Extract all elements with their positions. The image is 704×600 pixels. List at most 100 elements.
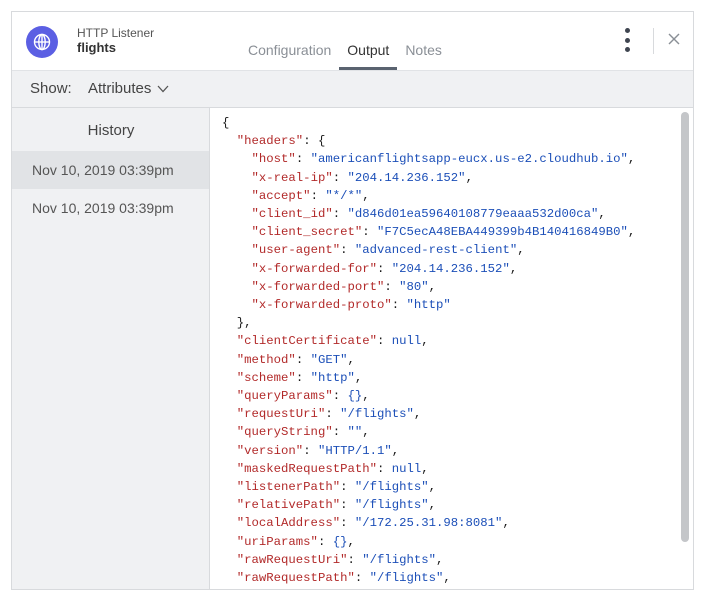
code-line: { — [222, 116, 230, 130]
component-name: flights — [77, 40, 116, 55]
code-line: "headers": { — [236, 134, 326, 149]
json-key: "x-forwarded-port" — [251, 279, 385, 294]
json-key: "user-agent" — [251, 243, 341, 258]
json-value: "http" — [406, 298, 451, 313]
code-line: "rawRequestPath": "/flights", — [236, 571, 451, 586]
http-listener-panel: HTTP Listener flights Configuration Outp… — [11, 11, 694, 590]
show-label: Show: — [30, 80, 72, 97]
code-line: "relativePath": "/flights", — [236, 498, 437, 513]
json-key: "requestUri" — [236, 407, 326, 422]
code-line: "scheme": "http", — [236, 370, 363, 385]
json-key: "queryString" — [236, 425, 333, 440]
show-bar: Show: Attributes — [12, 70, 693, 108]
json-key: "x-forwarded-for" — [251, 261, 377, 276]
json-value: "/13.59.208.11:39148" — [362, 589, 517, 590]
code-line: "x-forwarded-for": "204.14.236.152", — [251, 261, 518, 276]
more-options-icon[interactable] — [625, 28, 631, 52]
chevron-down-icon — [157, 85, 169, 92]
json-key: "method" — [236, 352, 296, 367]
panel-header: HTTP Listener flights Configuration Outp… — [12, 12, 693, 71]
code-line: "remoteAddress": "/13.59.208.11:39148", — [222, 587, 635, 590]
code-line: "requestUri": "/flights", — [236, 407, 422, 422]
json-value: "http" — [310, 370, 355, 385]
json-value: "*/*" — [325, 188, 363, 203]
json-value: "/flights" — [354, 480, 429, 495]
code-line: "rawRequestUri": "/flights", — [236, 552, 444, 567]
json-value: "" — [347, 425, 363, 440]
code-line: "uriParams": {}, — [236, 534, 355, 549]
json-key: "maskedRequestPath" — [236, 461, 377, 476]
code-line: "x-forwarded-port": "80", — [251, 279, 437, 294]
code-line: "client_id": "d846d01ea59640108779eaaa53… — [251, 207, 606, 222]
json-value: null — [391, 461, 422, 476]
component-type: HTTP Listener — [77, 26, 155, 40]
code-line: "maskedRequestPath": null, — [236, 461, 429, 476]
code-line: "version": "HTTP/1.1", — [236, 443, 400, 458]
json-key: "scheme" — [236, 370, 296, 385]
json-key: "version" — [236, 443, 304, 458]
json-key: "client_secret" — [251, 225, 363, 240]
history-sidebar: History Nov 10, 2019 03:39pm Nov 10, 201… — [12, 108, 210, 589]
code-line: "queryParams": {}, — [236, 389, 370, 404]
code-line: "x-forwarded-proto": "http" — [251, 298, 451, 313]
history-title: History — [87, 122, 135, 139]
json-key: "relativePath" — [236, 498, 341, 513]
header-divider — [653, 28, 654, 54]
tab-configuration[interactable]: Configuration — [240, 40, 339, 70]
json-key: "host" — [251, 152, 296, 167]
code-line: "x-real-ip": "204.14.236.152", — [251, 170, 473, 185]
json-key: "remoteAddress" — [237, 589, 348, 590]
code-line: "localAddress": "/172.25.31.98:8081", — [236, 516, 510, 531]
code-line: "user-agent": "advanced-rest-client", — [251, 243, 525, 258]
json-value: "F7C5ecA48EBA449399b4B140416849B0" — [377, 225, 628, 240]
json-value: "/172.25.31.98:8081" — [354, 516, 503, 531]
json-key: "localAddress" — [236, 516, 341, 531]
json-key: "x-forwarded-proto" — [251, 298, 392, 313]
code-line: "client_secret": "F7C5ecA48EBA449399b4B1… — [251, 225, 636, 240]
json-value: "/flights" — [362, 552, 437, 567]
json-key: "headers" — [236, 134, 304, 149]
tab-bar: Configuration Output Notes — [240, 40, 480, 71]
history-item[interactable]: Nov 10, 2019 03:39pm — [12, 151, 209, 189]
json-value: "GET" — [310, 352, 348, 367]
code-line: }, — [222, 316, 252, 331]
code-line: "listenerPath": "/flights", — [236, 480, 437, 495]
code-line: "clientCertificate": null, — [236, 334, 429, 349]
globe-icon — [26, 26, 58, 58]
json-value: "204.14.236.152" — [347, 170, 466, 185]
json-key: "rawRequestUri" — [236, 552, 348, 567]
json-value: "/flights" — [369, 571, 444, 586]
json-value: "204.14.236.152" — [391, 261, 510, 276]
json-key: "clientCertificate" — [236, 334, 377, 349]
json-value: "/flights" — [354, 498, 429, 513]
json-value: "d846d01ea59640108779eaaa532d00ca" — [347, 207, 599, 222]
output-viewer[interactable]: { "headers": { "host": "americanflightsa… — [210, 108, 680, 590]
json-value: "/flights" — [340, 407, 414, 422]
json-value: null — [391, 334, 422, 349]
tab-output[interactable]: Output — [339, 40, 398, 70]
json-key: "rawRequestPath" — [236, 571, 355, 586]
json-value: "HTTP/1.1" — [317, 443, 392, 458]
json-key: "uriParams" — [236, 534, 318, 549]
tab-notes[interactable]: Notes — [397, 40, 450, 70]
history-item[interactable]: Nov 10, 2019 03:39pm — [12, 189, 209, 227]
json-value: "80" — [399, 279, 429, 294]
json-key: "queryParams" — [236, 389, 333, 404]
code-line: "method": "GET", — [236, 352, 355, 367]
json-key: "accept" — [251, 188, 311, 203]
json-value: "advanced-rest-client" — [354, 243, 518, 258]
json-value: {} — [347, 389, 363, 404]
code-line: "queryString": "", — [236, 425, 370, 440]
json-value: {} — [332, 534, 348, 549]
output-scrollbar[interactable] — [681, 112, 689, 542]
code-line: "accept": "*/*", — [251, 188, 370, 203]
show-dropdown[interactable]: Attributes — [88, 80, 169, 97]
close-icon[interactable] — [666, 31, 682, 47]
json-output: { "headers": { "host": "americanflightsa… — [222, 114, 636, 590]
json-key: "client_id" — [251, 207, 333, 222]
json-key: "listenerPath" — [236, 480, 341, 495]
component-title: HTTP Listener flights — [77, 26, 154, 56]
json-value: "americanflightsapp-eucx.us-e2.cloudhub.… — [310, 152, 628, 167]
show-dropdown-value: Attributes — [88, 80, 152, 97]
code-line: "host": "americanflightsapp-eucx.us-e2.c… — [251, 152, 636, 167]
